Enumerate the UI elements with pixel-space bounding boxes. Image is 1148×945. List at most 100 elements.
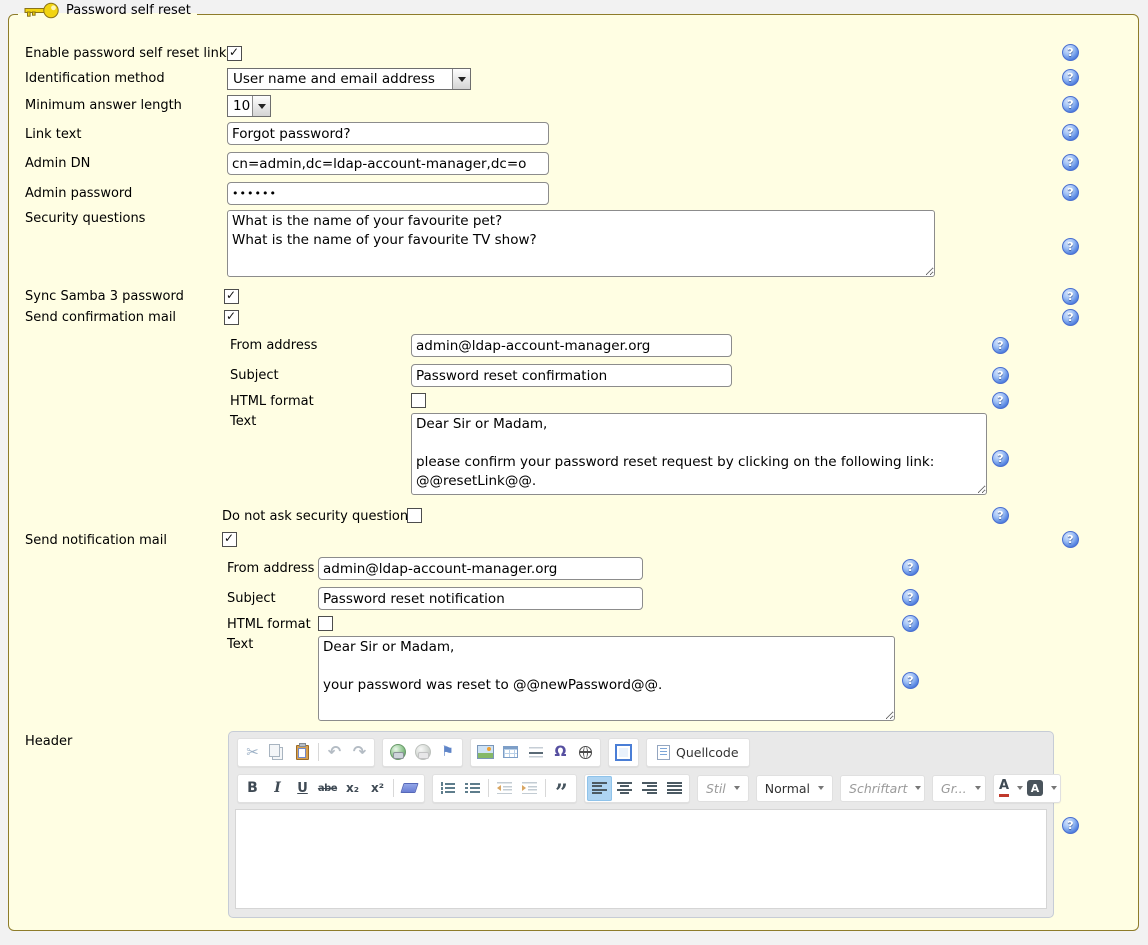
confirmation-html-label: HTML format — [230, 394, 314, 409]
italic-button[interactable]: I — [265, 776, 290, 801]
blockquote-button[interactable]: ” — [549, 776, 574, 801]
table-button[interactable] — [498, 740, 523, 765]
indent-button[interactable] — [517, 776, 542, 801]
subscript-button[interactable]: x₂ — [340, 776, 365, 801]
chevron-down-icon — [818, 786, 824, 790]
help-icon[interactable]: ? — [992, 392, 1009, 409]
editor-toolbar-row1: ✂ ↶ ↷ ⚑ Ω — [229, 732, 1053, 768]
eraser-icon — [400, 783, 418, 793]
bold-button[interactable]: B — [240, 776, 265, 801]
align-justify-button[interactable] — [662, 776, 687, 801]
send-confirmation-checkbox[interactable] — [224, 310, 239, 325]
anchor-button[interactable]: ⚑ — [435, 740, 460, 765]
admin-password-label: Admin password — [25, 186, 132, 201]
help-icon[interactable]: ? — [1062, 309, 1079, 326]
underline-button[interactable]: U — [290, 776, 315, 801]
fieldset-title: Password self reset — [66, 3, 191, 18]
unlink-button[interactable] — [410, 740, 435, 765]
strikethrough-button[interactable]: abe — [315, 776, 340, 801]
send-confirmation-label: Send confirmation mail — [25, 310, 176, 325]
help-icon[interactable]: ? — [902, 672, 919, 689]
redo-button[interactable]: ↷ — [347, 740, 372, 765]
skip-security-question-checkbox[interactable] — [407, 508, 422, 523]
outdent-button[interactable] — [492, 776, 517, 801]
superscript-button[interactable]: x² — [365, 776, 390, 801]
align-right-button[interactable] — [637, 776, 662, 801]
font-dropdown[interactable]: Schriftart — [840, 775, 925, 802]
min-answer-length-label: Minimum answer length — [25, 98, 182, 113]
security-questions-textarea[interactable]: What is the name of your favourite pet? … — [227, 210, 935, 277]
enable-reset-checkbox[interactable] — [227, 46, 242, 61]
link-text-input[interactable] — [227, 122, 549, 145]
header-label: Header — [25, 734, 72, 749]
paste-button[interactable] — [290, 740, 315, 765]
blockquote-icon: ” — [555, 781, 568, 795]
confirmation-subject-input[interactable] — [411, 364, 732, 387]
chevron-down-icon — [915, 786, 921, 790]
notification-from-input[interactable] — [318, 557, 643, 580]
admin-dn-input[interactable] — [227, 152, 549, 175]
remove-format-button[interactable] — [397, 776, 422, 801]
maximize-button[interactable] — [611, 740, 636, 765]
link-button[interactable] — [385, 740, 410, 765]
help-icon[interactable]: ? — [902, 559, 919, 576]
notification-text-textarea[interactable]: Dear Sir or Madam, your password was res… — [318, 636, 895, 721]
min-answer-length-select[interactable]: 10 — [227, 95, 271, 117]
help-icon[interactable]: ? — [1062, 238, 1079, 255]
background-color-button[interactable]: A — [1026, 776, 1058, 801]
maximize-icon — [615, 744, 632, 761]
help-icon[interactable]: ? — [902, 589, 919, 606]
sync-samba-checkbox[interactable] — [224, 289, 239, 304]
sync-samba-label: Sync Samba 3 password — [25, 289, 184, 304]
help-icon[interactable]: ? — [1062, 96, 1079, 113]
help-icon[interactable]: ? — [992, 367, 1009, 384]
help-icon[interactable]: ? — [1062, 154, 1079, 171]
confirmation-text-textarea[interactable]: Dear Sir or Madam, please confirm your p… — [411, 413, 987, 495]
align-left-button[interactable] — [587, 776, 612, 801]
help-icon[interactable]: ? — [902, 615, 919, 632]
fieldset-legend: Password self reset — [18, 1, 197, 20]
confirmation-html-checkbox[interactable] — [411, 393, 426, 408]
notification-html-checkbox[interactable] — [318, 616, 333, 631]
format-dropdown[interactable]: Normal — [756, 775, 833, 802]
confirmation-from-label: From address — [230, 338, 317, 353]
horizontal-line-button[interactable] — [523, 740, 548, 765]
identification-method-select[interactable]: User name and email address — [227, 68, 471, 90]
size-dropdown[interactable]: Gr... — [932, 775, 986, 802]
notification-subject-input[interactable] — [318, 587, 643, 610]
help-icon[interactable]: ? — [992, 337, 1009, 354]
cut-button[interactable]: ✂ — [240, 740, 265, 765]
source-button[interactable]: Quellcode — [649, 740, 747, 765]
styles-dropdown[interactable]: Stil — [697, 775, 749, 802]
help-icon[interactable]: ? — [1062, 124, 1079, 141]
help-icon[interactable]: ? — [1062, 184, 1079, 201]
numbered-list-button[interactable] — [435, 776, 460, 801]
align-center-button[interactable] — [612, 776, 637, 801]
special-character-button[interactable]: Ω — [548, 740, 573, 765]
help-icon[interactable]: ? — [1062, 531, 1079, 548]
table-icon — [503, 746, 518, 758]
undo-button[interactable]: ↶ — [322, 740, 347, 765]
help-icon[interactable]: ? — [992, 507, 1009, 524]
copy-button[interactable] — [265, 740, 290, 765]
notification-from-label: From address — [227, 561, 314, 576]
send-notification-checkbox[interactable] — [222, 532, 237, 547]
admin-password-input[interactable] — [227, 182, 549, 205]
confirmation-from-input[interactable] — [411, 334, 732, 357]
help-icon[interactable]: ? — [1062, 288, 1079, 305]
help-icon[interactable]: ? — [992, 450, 1009, 467]
editor-toolbar-row2: B I U abe x₂ x² ” — [229, 768, 1053, 804]
source-document-icon — [657, 745, 670, 760]
superscript-icon: x² — [371, 781, 384, 795]
header-editor: ✂ ↶ ↷ ⚑ Ω — [228, 731, 1054, 918]
image-button[interactable] — [473, 740, 498, 765]
align-justify-icon — [667, 782, 682, 794]
help-icon[interactable]: ? — [1062, 44, 1079, 61]
help-icon[interactable]: ? — [1062, 817, 1079, 834]
iframe-button[interactable] — [573, 740, 598, 765]
bulleted-list-button[interactable] — [460, 776, 485, 801]
editor-content[interactable] — [235, 809, 1047, 909]
security-questions-label: Security questions — [25, 211, 145, 226]
text-color-button[interactable]: A — [996, 776, 1026, 801]
help-icon[interactable]: ? — [1062, 69, 1079, 86]
